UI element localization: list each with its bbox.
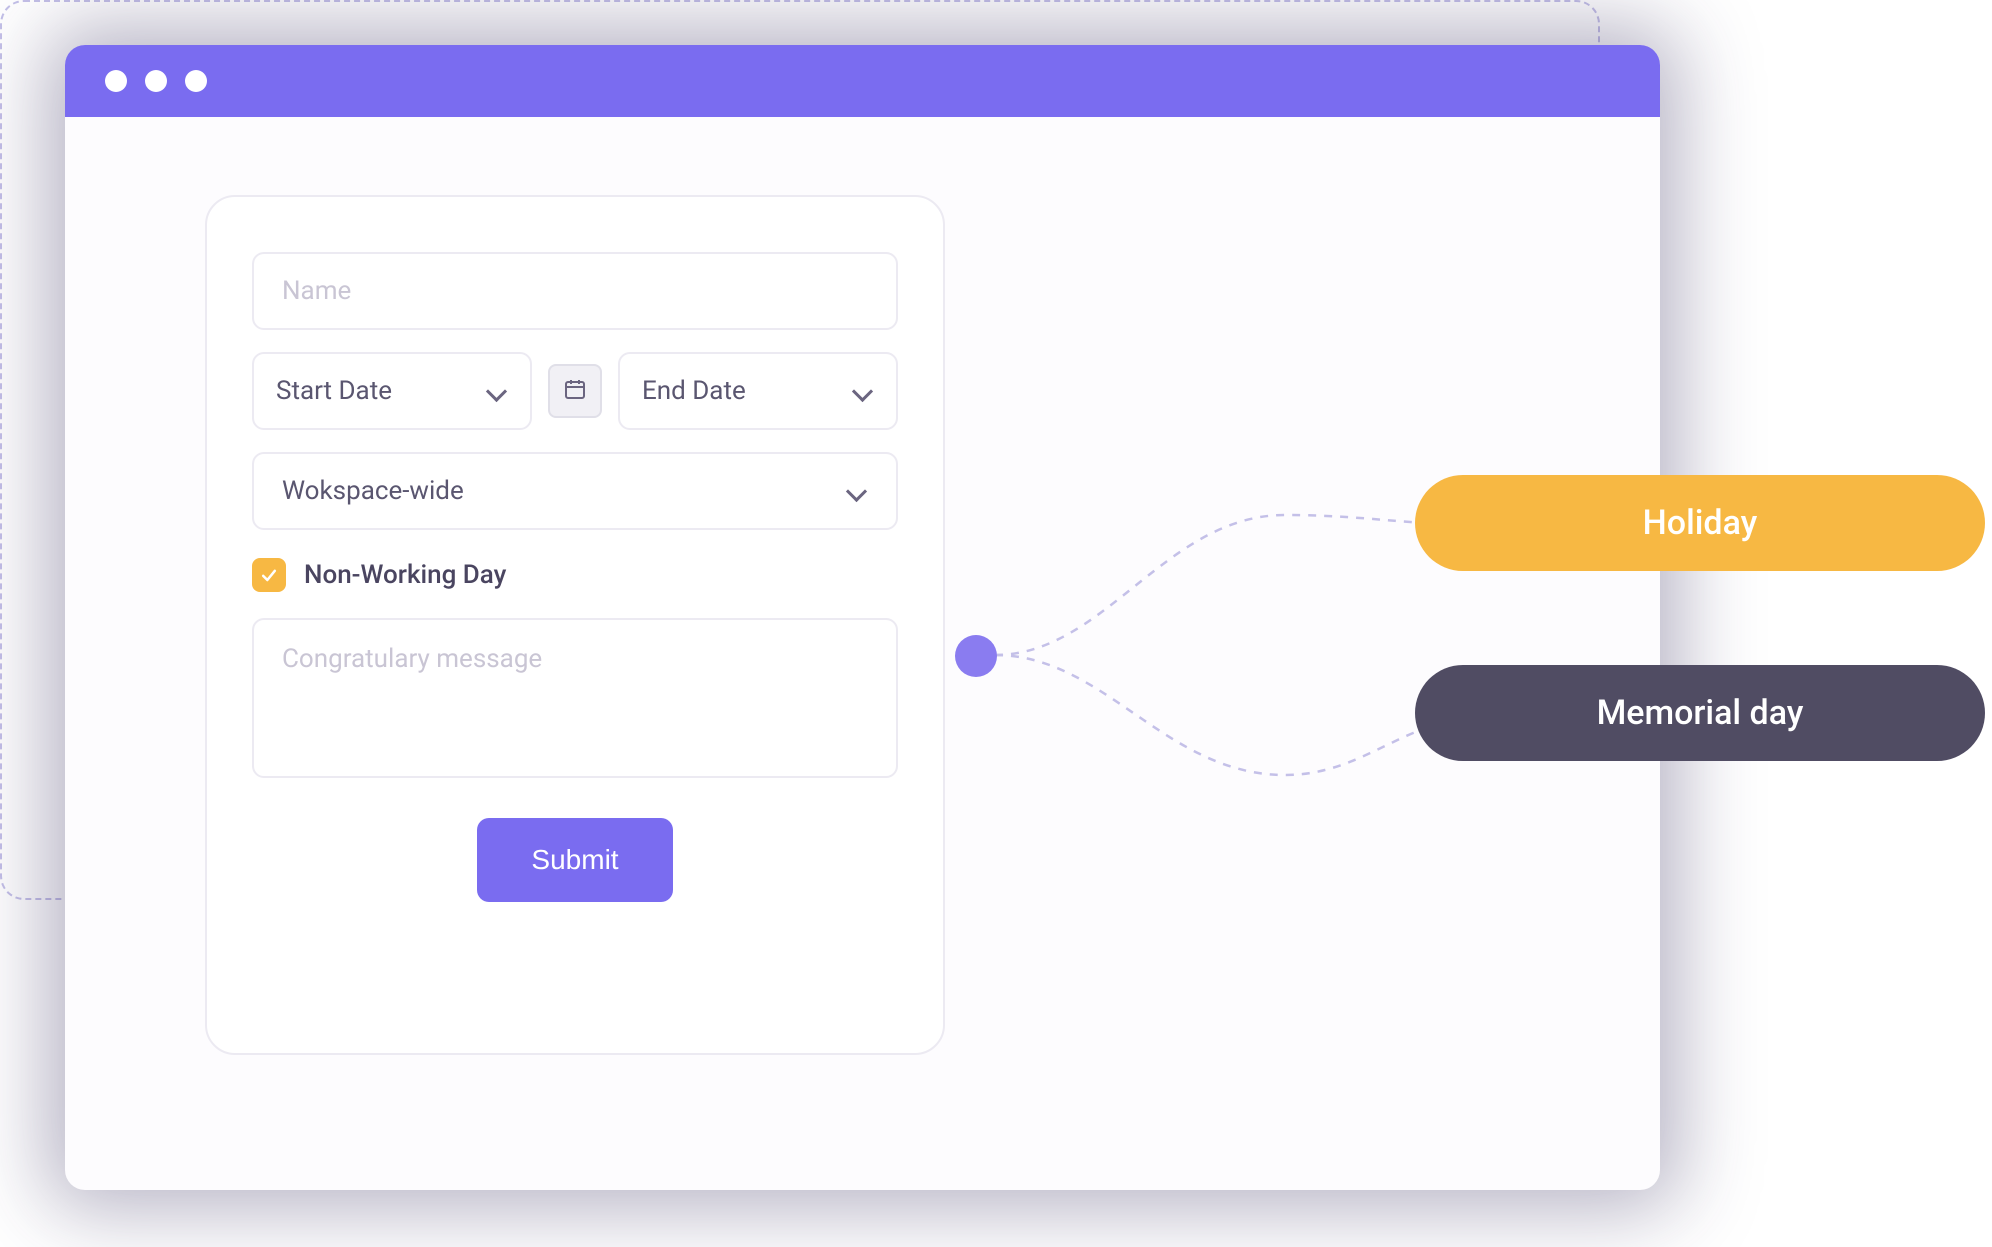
date-row: Start Date End Date (252, 352, 898, 430)
message-textarea[interactable]: Congratulary message (252, 618, 898, 778)
start-date-placeholder: Start Date (276, 376, 392, 406)
submit-button[interactable]: Submit (477, 818, 672, 902)
end-date-select[interactable]: End Date (618, 352, 898, 430)
workspace-select[interactable]: Wokspace-wide (252, 452, 898, 530)
memorial-tag-label: Memorial day (1597, 693, 1804, 733)
event-form-card: Name Start Date End Date (205, 195, 945, 1055)
check-icon (259, 565, 279, 585)
non-working-day-checkbox[interactable] (252, 558, 286, 592)
window-control-dot[interactable] (185, 70, 207, 92)
chevron-down-icon (486, 380, 508, 402)
window-title-bar (65, 45, 1660, 117)
name-input[interactable]: Name (252, 252, 898, 330)
window-control-dot[interactable] (105, 70, 127, 92)
non-working-day-label: Non-Working Day (304, 560, 506, 590)
calendar-icon (563, 377, 587, 405)
holiday-tag[interactable]: Holiday (1415, 475, 1985, 571)
chevron-down-icon (846, 480, 868, 502)
browser-window: Name Start Date End Date (65, 45, 1660, 1190)
name-placeholder: Name (282, 276, 351, 306)
start-date-select[interactable]: Start Date (252, 352, 532, 430)
workspace-placeholder: Wokspace-wide (282, 476, 464, 506)
connector-node (955, 635, 997, 677)
chevron-down-icon (852, 380, 874, 402)
memorial-day-tag[interactable]: Memorial day (1415, 665, 1985, 761)
end-date-placeholder: End Date (642, 376, 746, 406)
message-placeholder: Congratulary message (282, 644, 542, 674)
non-working-day-row: Non-Working Day (252, 552, 898, 592)
calendar-button[interactable] (548, 364, 602, 418)
window-control-dot[interactable] (145, 70, 167, 92)
holiday-tag-label: Holiday (1643, 503, 1758, 543)
